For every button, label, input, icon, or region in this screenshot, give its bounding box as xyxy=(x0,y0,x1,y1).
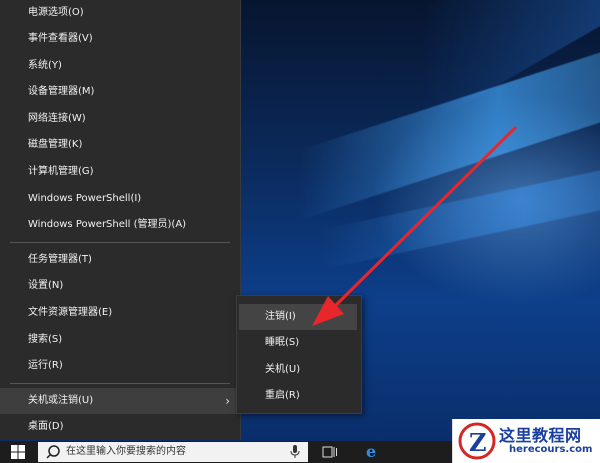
watermark-badge: Z 这里教程网 herecours.com xyxy=(452,419,600,463)
search-placeholder: 在这里输入你要搜索的内容 xyxy=(66,446,186,457)
watermark-url: herecours.com xyxy=(509,444,593,455)
start-button[interactable] xyxy=(0,441,36,463)
svg-text:Z: Z xyxy=(469,428,487,457)
microphone-icon[interactable] xyxy=(290,445,300,459)
taskbar-search-box[interactable]: 在这里输入你要搜索的内容 xyxy=(38,442,308,462)
windows-start-icon xyxy=(11,445,25,459)
task-view-icon[interactable] xyxy=(322,445,338,459)
edge-icon[interactable]: e xyxy=(366,443,376,461)
watermark-title: 这里教程网 xyxy=(499,426,582,445)
red-arrow-annotation xyxy=(312,126,517,326)
watermark-logo-icon: Z xyxy=(458,422,496,460)
search-icon xyxy=(46,445,60,459)
